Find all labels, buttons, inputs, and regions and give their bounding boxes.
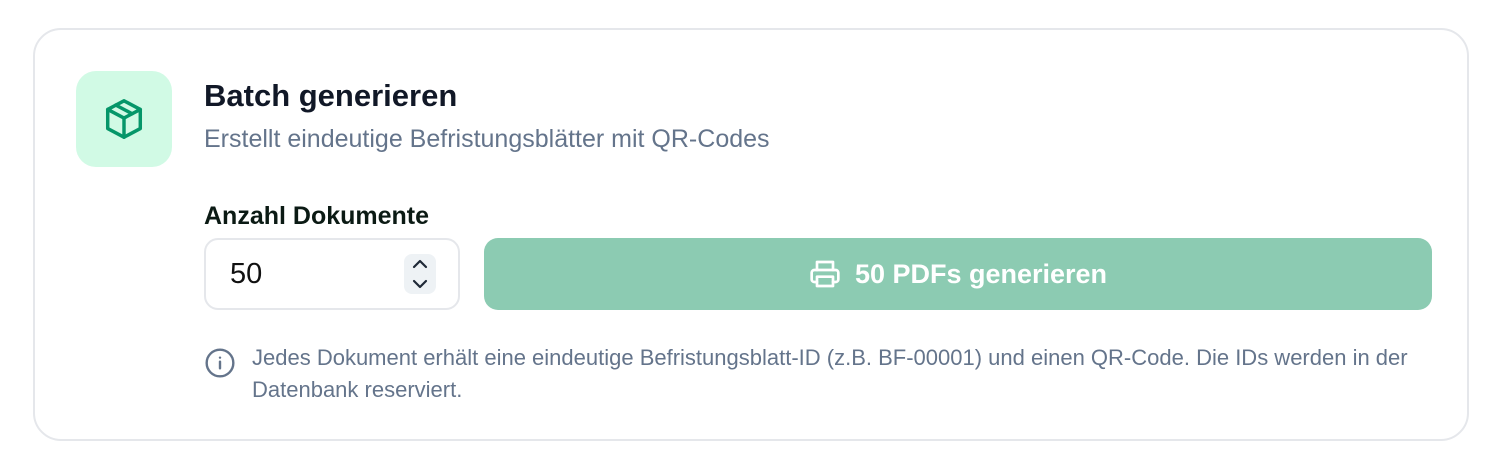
quantity-stepper[interactable] [404, 254, 436, 294]
info-icon [205, 348, 235, 378]
quantity-label: Anzahl Dokumente [204, 202, 430, 230]
generate-pdfs-button[interactable]: 50 PDFs generieren [484, 238, 1432, 310]
stepper-increment-button[interactable] [404, 254, 436, 274]
chevron-down-icon [412, 279, 428, 289]
batch-generate-card: Batch generieren Erstellt eindeutige Bef… [33, 28, 1469, 441]
quantity-value: 50 [230, 258, 263, 290]
info-note: Jedes Dokument erhält eine eindeutige Be… [252, 345, 1408, 402]
card-title: Batch generieren [204, 78, 458, 113]
stepper-decrement-button[interactable] [404, 274, 436, 294]
chevron-up-icon [412, 259, 428, 269]
package-icon [105, 99, 143, 139]
package-icon-tile [76, 71, 172, 167]
printer-icon [809, 258, 841, 290]
quantity-input[interactable]: 50 [204, 238, 460, 310]
generate-button-label: 50 PDFs generieren [854, 258, 1108, 289]
card-subtitle: Erstellt eindeutige Befristungsblätter m… [204, 125, 770, 153]
